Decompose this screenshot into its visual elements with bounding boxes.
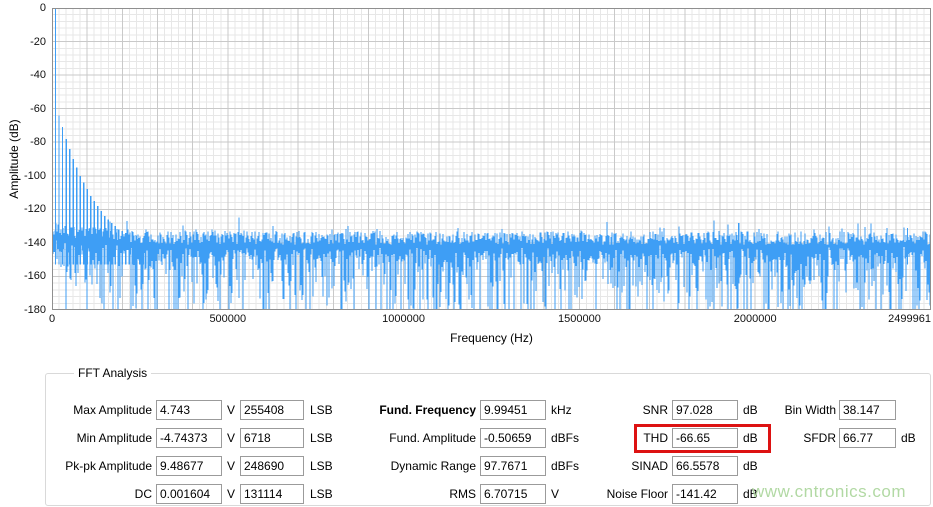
- dc-v-unit: V: [227, 487, 235, 501]
- fft-spectrum-plot: [52, 8, 931, 310]
- min-amplitude-lsb-field[interactable]: 6718: [240, 428, 304, 448]
- dc-v-field[interactable]: 0.001604: [156, 484, 222, 504]
- pkpk-amplitude-label: Pk-pk Amplitude: [65, 459, 152, 473]
- min-amplitude-label: Min Amplitude: [77, 431, 152, 445]
- thd-unit: dB: [743, 431, 758, 445]
- dynamic-range-label: Dynamic Range: [391, 459, 476, 473]
- min-amplitude-v-unit: V: [227, 431, 235, 445]
- max-amplitude-lsb-field[interactable]: 255408: [240, 400, 304, 420]
- thd-field[interactable]: -66.65: [672, 428, 738, 448]
- dc-label: DC: [135, 487, 152, 501]
- dynamic-range-unit: dBFs: [551, 459, 579, 473]
- fund-amplitude-label: Fund. Amplitude: [389, 431, 476, 445]
- rms-unit: V: [551, 487, 559, 501]
- sinad-label: SINAD: [631, 459, 668, 473]
- rms-label: RMS: [449, 487, 476, 501]
- x-axis-title: Frequency (Hz): [52, 331, 931, 345]
- rms-field[interactable]: 6.70715: [480, 484, 546, 504]
- dynamic-range-field[interactable]: 97.7671: [480, 456, 546, 476]
- snr-field[interactable]: 97.028: [672, 400, 738, 420]
- snr-unit: dB: [743, 403, 758, 417]
- sfdr-field[interactable]: 66.77: [839, 428, 896, 448]
- fund-frequency-label: Fund. Frequency: [379, 403, 476, 417]
- noise-floor-field[interactable]: -141.42: [672, 484, 738, 504]
- sfdr-unit: dB: [901, 431, 916, 445]
- max-amplitude-v-unit: V: [227, 403, 235, 417]
- pkpk-amplitude-lsb-field[interactable]: 248690: [240, 456, 304, 476]
- max-amplitude-v-field[interactable]: 4.743: [156, 400, 222, 420]
- fund-frequency-field[interactable]: 9.99451: [480, 400, 546, 420]
- dc-lsb-unit: LSB: [310, 487, 333, 501]
- bin-width-field[interactable]: 38.147: [839, 400, 896, 420]
- min-amplitude-v-field[interactable]: -4.74373: [156, 428, 222, 448]
- max-amplitude-lsb-unit: LSB: [310, 403, 333, 417]
- fund-frequency-unit: kHz: [551, 403, 572, 417]
- pkpk-amplitude-v-unit: V: [227, 459, 235, 473]
- fft-analyzer-screen: Amplitude (dB) 0-20-40-60-80-100-120-140…: [0, 0, 933, 507]
- max-amplitude-label: Max Amplitude: [73, 403, 152, 417]
- fund-amplitude-unit: dBFs: [551, 431, 579, 445]
- groupbox-title: FFT Analysis: [74, 366, 151, 380]
- bin-width-label: Bin Width: [785, 403, 836, 417]
- sinad-field[interactable]: 66.5578: [672, 456, 738, 476]
- snr-label: SNR: [643, 403, 668, 417]
- fund-amplitude-field[interactable]: -0.50659: [480, 428, 546, 448]
- noise-floor-label: Noise Floor: [607, 487, 668, 501]
- sfdr-label: SFDR: [803, 431, 836, 445]
- sinad-unit: dB: [743, 459, 758, 473]
- pkpk-amplitude-v-field[interactable]: 9.48677: [156, 456, 222, 476]
- min-amplitude-lsb-unit: LSB: [310, 431, 333, 445]
- pkpk-amplitude-lsb-unit: LSB: [310, 459, 333, 473]
- watermark: www.cntronics.com: [752, 482, 906, 502]
- y-axis-title: Amplitude (dB): [7, 8, 21, 310]
- thd-label: THD: [643, 431, 668, 445]
- dc-lsb-field[interactable]: 131114: [240, 484, 304, 504]
